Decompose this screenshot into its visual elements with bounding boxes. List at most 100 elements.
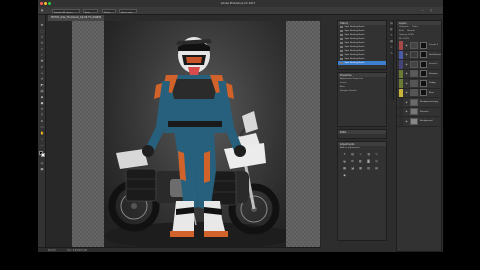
history-state-row[interactable]: Spot Healing Brush [338, 61, 386, 65]
eyedropper-tool-icon[interactable]: ⁄ [40, 53, 45, 57]
lookup-adjustment-icon[interactable]: ▦ [342, 166, 347, 170]
photo-adjustment-icon[interactable]: ◙ [366, 159, 371, 163]
workspace-icon[interactable]: ▢ [430, 9, 432, 12]
layer-mask-thumbnail[interactable] [420, 51, 427, 59]
pen-tool-icon[interactable]: ✒ [40, 107, 45, 111]
fill-field[interactable]: Fill: 100% [399, 38, 409, 40]
history-state-label: Spot Healing Brush [344, 38, 365, 40]
layer-row[interactable]: ◉ Retouch [397, 107, 441, 117]
document-canvas[interactable] [104, 21, 286, 247]
history-state-icon [340, 53, 343, 57]
layer-row[interactable]: ◉ Levels 1 [397, 60, 441, 70]
filter-kind-select[interactable]: Kind [399, 30, 404, 32]
gradient-tool-icon[interactable]: ▤ [40, 89, 45, 93]
doc-size-info: Doc: 6.95M/47.2M [67, 249, 87, 252]
marquee-tool-icon[interactable]: ⬚ [40, 29, 45, 33]
quick-select-tool-icon[interactable]: ✎ [40, 41, 45, 45]
layer-mask-thumbnail[interactable] [420, 89, 427, 97]
layer-color-tag [399, 107, 403, 116]
type-tool-icon[interactable]: T [40, 113, 45, 117]
layer-mask-thumbnail[interactable] [420, 70, 427, 78]
channels-tab[interactable]: Channels [399, 26, 409, 28]
zoom-level[interactable]: 66.67% [48, 249, 56, 252]
transparency-right [286, 21, 320, 247]
layer-row[interactable]: ◉ Curves 1 [397, 41, 441, 51]
character-icon[interactable]: A [389, 50, 394, 56]
canvas-area[interactable] [46, 21, 321, 247]
select-and-mask-button[interactable]: Select and Mask... [119, 9, 137, 18]
crop-tool-icon[interactable]: ⌗ [40, 47, 45, 51]
opacity-field[interactable]: Opacity: 100% [399, 34, 414, 36]
layers-panel: Layers Channels Paths Kind Normal Opacit… [396, 20, 442, 252]
vibrance-adjustment-icon[interactable]: ▽ [374, 152, 379, 156]
background-color-swatch[interactable] [41, 153, 45, 157]
healing-brush-tool-icon[interactable]: ✚ [40, 59, 45, 63]
layer-row[interactable]: ◉ Background [397, 117, 441, 127]
curves-adjustment-icon[interactable]: ∿ [358, 152, 363, 156]
move-tool-icon[interactable]: ✥ [40, 23, 45, 27]
layer-mask-thumbnail[interactable] [420, 41, 427, 49]
exposure-adjustment-icon[interactable]: ◑ [366, 152, 371, 156]
selective-adjustment-icon[interactable]: ◉ [342, 173, 347, 177]
invert-adjustment-icon[interactable]: ◪ [350, 166, 355, 170]
gradient-adjustment-icon[interactable]: ▤ [374, 166, 379, 170]
posterize-adjustment-icon[interactable]: ▩ [358, 166, 363, 170]
layer-mask-thumbnail[interactable] [420, 60, 427, 68]
tool-preset-icon[interactable]: ▦ [41, 9, 43, 12]
minimize-window-button[interactable] [44, 2, 47, 5]
path-select-tool-icon[interactable]: ➤ [40, 119, 45, 123]
bw-adjustment-icon[interactable]: ◧ [358, 159, 363, 163]
layer-row[interactable]: ◉ Background copy [397, 98, 441, 108]
eraser-tool-icon[interactable]: ◩ [40, 83, 45, 87]
history-state-label: Spot Healing Brush [344, 46, 365, 48]
visibility-eye-icon[interactable]: ◉ [405, 91, 408, 94]
paths-panel-title[interactable]: Paths [338, 130, 386, 134]
hue-adjustment-icon[interactable]: ◒ [342, 159, 347, 163]
balance-adjustment-icon[interactable]: ⚖ [350, 159, 355, 163]
layer-row[interactable]: ◉ Hue/Saturation [397, 50, 441, 60]
visibility-eye-icon[interactable]: ◉ [405, 82, 408, 85]
auto-enhance-checkbox[interactable]: Auto-Enhance [83, 9, 98, 18]
edit-toolbar-icon[interactable]: … [40, 143, 45, 147]
shape-tool-icon[interactable]: ▭ [40, 125, 45, 129]
visibility-eye-icon[interactable]: ◉ [405, 63, 408, 66]
visibility-eye-icon[interactable]: ◉ [405, 120, 408, 123]
refine-edge-button[interactable]: Refine Edge... [102, 9, 116, 18]
visibility-eye-icon[interactable]: ◉ [405, 44, 408, 47]
dodge-tool-icon[interactable]: ● [40, 101, 45, 105]
close-window-button[interactable] [40, 2, 43, 5]
quick-mask-icon[interactable]: ◎ [40, 161, 45, 165]
clone-stamp-tool-icon[interactable]: ⊥ [40, 71, 45, 75]
hand-tool-icon[interactable]: ✋ [40, 131, 45, 135]
sample-all-layers-checkbox[interactable]: Sample All Layers [52, 9, 80, 14]
layer-thumbnail [410, 98, 418, 106]
layer-row[interactable]: ◉ Dodge [397, 79, 441, 89]
levels-adjustment-icon[interactable]: ▥ [350, 152, 355, 156]
visibility-eye-icon[interactable]: ◉ [405, 72, 408, 75]
history-state-label: Spot Healing Brush [344, 50, 365, 52]
window-title: Adobe Photoshop CC 2017 [220, 1, 256, 5]
threshold-adjustment-icon[interactable]: ▧ [366, 166, 371, 170]
visibility-eye-icon[interactable]: ◉ [405, 53, 408, 56]
history-brush-tool-icon[interactable]: ↺ [40, 77, 45, 81]
screen-mode-icon[interactable]: ▣ [40, 167, 45, 171]
layer-name: Background [420, 120, 433, 123]
history-state-icon [340, 57, 343, 61]
layer-thumbnail [410, 51, 418, 59]
sun-adjustment-icon[interactable]: ☀ [342, 152, 347, 156]
blur-tool-icon[interactable]: ◆ [40, 95, 45, 99]
search-icon[interactable]: ⌕ [422, 9, 423, 12]
layer-row[interactable]: ◉ Burn [397, 88, 441, 98]
lasso-tool-icon[interactable]: ℓ [40, 35, 45, 39]
visibility-eye-icon[interactable]: ◉ [405, 101, 408, 104]
brush-tool-icon[interactable]: ✐ [40, 65, 45, 69]
layer-mask-thumbnail[interactable] [420, 79, 427, 87]
paths-tab[interactable]: Paths [412, 26, 418, 28]
mixer-adjustment-icon[interactable]: ◎ [374, 159, 379, 163]
layer-row[interactable]: ◉ Sharpen [397, 69, 441, 79]
blend-mode-select[interactable]: Normal [407, 30, 415, 32]
zoom-window-button[interactable] [48, 2, 51, 5]
visibility-eye-icon[interactable]: ◉ [405, 110, 408, 113]
properties-row[interactable]: Sharpen Details [338, 89, 386, 93]
zoom-tool-icon[interactable]: ⌕ [40, 137, 45, 141]
